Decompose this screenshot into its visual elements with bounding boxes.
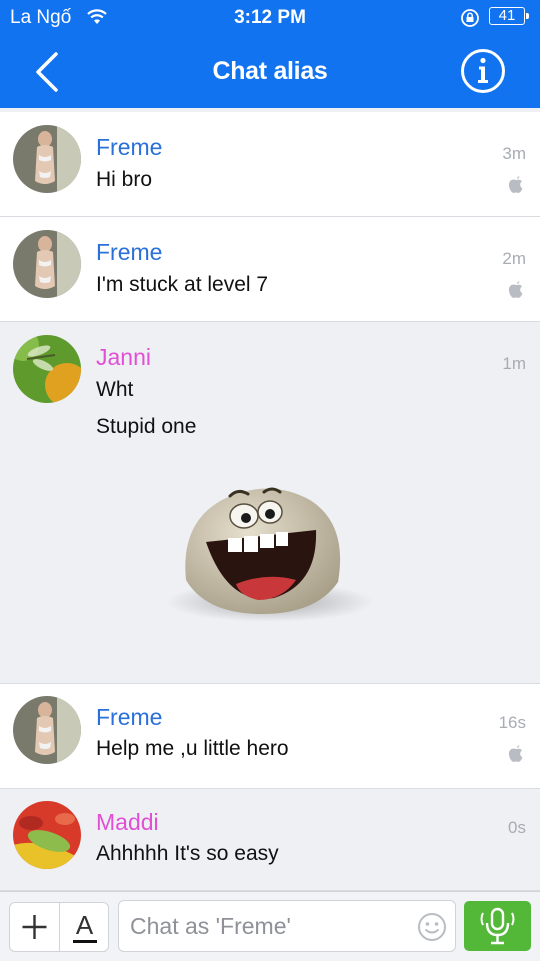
message-item[interactable]: Freme Help me ,u little hero 16s bbox=[0, 684, 540, 789]
battery-icon: 41 bbox=[489, 7, 529, 25]
rotation-lock-icon bbox=[461, 9, 479, 27]
composer-bar: A bbox=[0, 891, 540, 961]
font-label: A bbox=[75, 910, 94, 940]
header-bar: La Ngố 3:12 PM 41 Chat alias bbox=[0, 0, 540, 108]
apple-icon bbox=[508, 745, 523, 762]
battery-level: 41 bbox=[498, 7, 516, 24]
avatar[interactable] bbox=[13, 230, 81, 298]
info-button[interactable] bbox=[460, 48, 506, 94]
avatar[interactable] bbox=[13, 696, 81, 764]
message-item[interactable]: Maddi Ahhhhh It's so easy 0s bbox=[0, 789, 540, 891]
sender-name: Maddi bbox=[96, 809, 159, 835]
sender-name: Freme bbox=[96, 704, 163, 730]
composer-tools: A bbox=[9, 902, 109, 952]
status-bar: La Ngố 3:12 PM 41 bbox=[0, 0, 540, 36]
chat-input[interactable] bbox=[118, 900, 456, 952]
apple-icon bbox=[508, 176, 523, 193]
message-text: Stupid one bbox=[96, 415, 197, 438]
message-time: 3m bbox=[502, 144, 526, 163]
message-text: Ahhhhh It's so easy bbox=[96, 842, 279, 865]
message-time: 16s bbox=[498, 713, 526, 732]
voice-record-button[interactable] bbox=[464, 901, 531, 951]
text-underline-icon bbox=[73, 940, 97, 943]
message-time: 1m bbox=[502, 354, 526, 373]
emoji-button[interactable] bbox=[417, 912, 447, 942]
message-text: I'm stuck at level 7 bbox=[96, 273, 269, 296]
laughing-blob-sticker[interactable] bbox=[166, 480, 376, 630]
message-text: Hi bro bbox=[96, 168, 153, 191]
microphone-icon bbox=[480, 907, 515, 945]
sender-name: Freme bbox=[96, 239, 163, 265]
message-text: Help me ,u little hero bbox=[96, 737, 289, 760]
message-item[interactable]: Freme Hi bro 3m bbox=[0, 112, 540, 217]
avatar[interactable] bbox=[13, 125, 81, 193]
avatar[interactable] bbox=[13, 335, 81, 403]
sender-name: Janni bbox=[96, 344, 151, 370]
apple-icon bbox=[508, 281, 523, 298]
message-text: Wht bbox=[96, 378, 134, 401]
avatar[interactable] bbox=[13, 801, 81, 869]
sender-name: Freme bbox=[96, 134, 163, 160]
message-item[interactable]: Freme I'm stuck at level 7 2m bbox=[0, 217, 540, 322]
status-time: 3:12 PM bbox=[234, 7, 306, 28]
message-time: 2m bbox=[502, 249, 526, 268]
text-format-button[interactable]: A bbox=[60, 903, 109, 951]
page-title: Chat alias bbox=[212, 57, 328, 85]
message-time: 0s bbox=[508, 818, 526, 837]
add-attachment-button[interactable] bbox=[10, 903, 59, 951]
